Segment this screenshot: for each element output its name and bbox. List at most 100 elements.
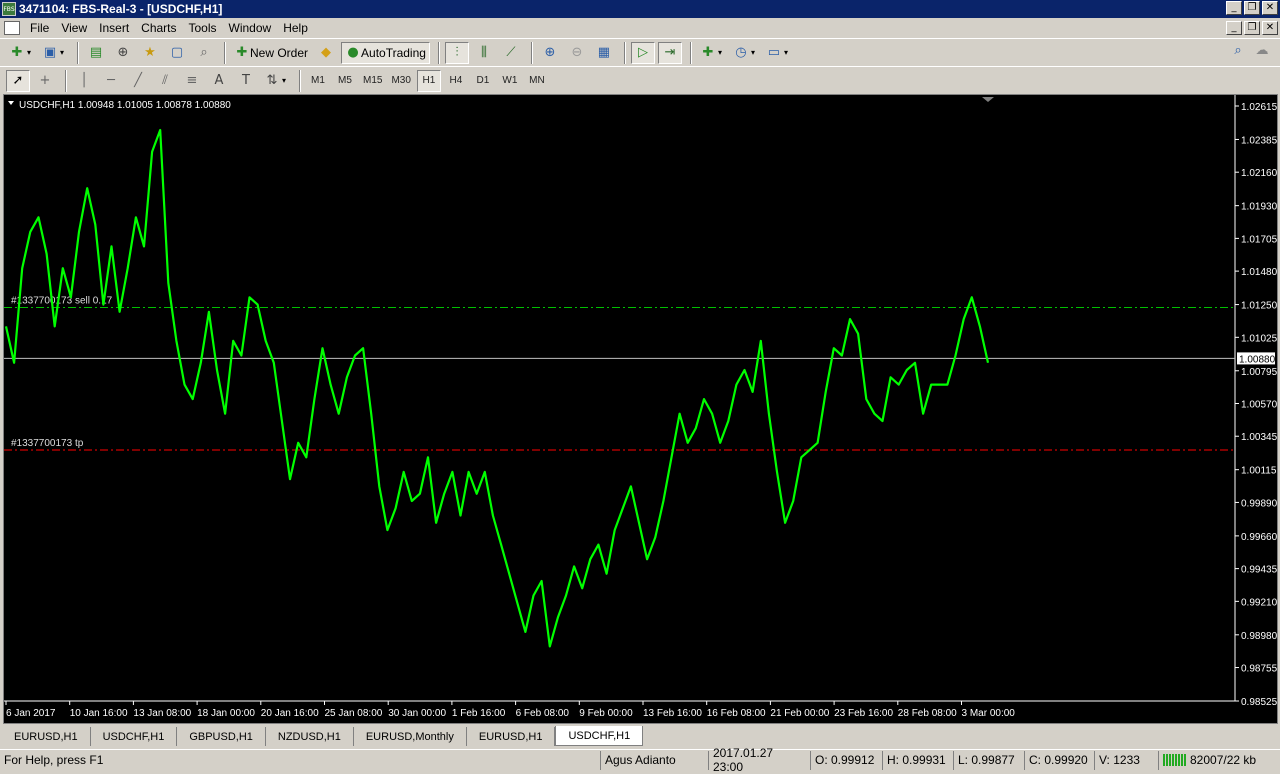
arrows-button[interactable]: ⇅ ▾ (261, 70, 291, 92)
child-close-button[interactable]: ✕ (1262, 21, 1278, 35)
data-window-button[interactable]: ⊕ (111, 42, 135, 64)
tab-eurusd-h1-2[interactable]: EURUSD,H1 (467, 727, 556, 746)
candlestick-icon: ⫼ (480, 44, 487, 60)
candlestick-button[interactable]: ⫼ (472, 42, 496, 64)
x-tick-label: 21 Feb 00:00 (770, 708, 829, 719)
timeframe-d1[interactable]: D1 (471, 70, 495, 92)
chart-window[interactable]: 1.02615 1.02385 1.02160 1.01930 1.01705 1.014… (3, 94, 1278, 724)
bar-open: O: 0.99912 (810, 750, 882, 770)
horizontal-line-icon: ─ (107, 72, 115, 88)
y-tick-label: 1.00795 (1241, 367, 1277, 378)
autotrading-button[interactable]: ● AutoTrading (341, 41, 430, 64)
menu-help[interactable]: Help (277, 21, 314, 35)
text-button[interactable]: A (207, 70, 231, 92)
indicators-button[interactable]: ✚ ▾ (697, 42, 727, 64)
horizontal-line-button[interactable]: ─ (99, 70, 123, 92)
tab-usdchf-h1-active[interactable]: USDCHF,H1 (555, 726, 644, 746)
tile-windows-icon: ▦ (597, 44, 611, 60)
y-tick-label: 1.01250 (1241, 301, 1277, 312)
dropdown-arrow-icon: ▾ (281, 75, 286, 85)
crosshair-button[interactable]: + (33, 70, 57, 92)
drawing-toolbar: ➚ + │ ─ ╱ ⫽ ≡ A T ⇅ ▾ M1 M5 M15 M30 H1 H4… (0, 66, 1280, 94)
chart-shift-icon: ⇥ (664, 44, 676, 60)
tab-nzdusd-h1[interactable]: NZDUSD,H1 (266, 727, 354, 746)
take-profit-label: #1337700173 tp (11, 438, 84, 449)
timeframe-w1[interactable]: W1 (498, 70, 522, 92)
x-tick-label: 13 Jan 08:00 (133, 708, 191, 719)
bar-high: H: 0.99931 (882, 750, 953, 770)
tab-gbpusd-h1[interactable]: GBPUSD,H1 (177, 727, 266, 746)
crosshair-icon: ⊕ (117, 44, 129, 60)
y-tick-label: 0.99660 (1241, 532, 1277, 543)
timeframe-m30[interactable]: M30 (388, 70, 413, 92)
menu-bar: File View Insert Charts Tools Window Hel… (0, 18, 1280, 38)
chart-shift-button[interactable]: ⇥ (657, 41, 682, 64)
window-title: 3471104: FBS-Real-3 - [USDCHF,H1] (19, 2, 223, 16)
chat-icon[interactable]: ☁ (1254, 43, 1270, 59)
zoom-in-button[interactable]: ⊕ (538, 42, 562, 64)
profiles-button[interactable]: ▣ ▾ (39, 42, 69, 64)
market-watch-button[interactable]: ▤ (84, 42, 108, 64)
search-icon[interactable]: ⌕ (1230, 43, 1246, 59)
child-minimize-button[interactable]: _ (1226, 21, 1242, 35)
templates-button[interactable]: ▭ ▾ (763, 42, 793, 64)
new-chart-icon: ✚ (11, 44, 23, 60)
document-icon[interactable] (4, 21, 20, 35)
menu-insert[interactable]: Insert (93, 21, 135, 35)
maximize-button[interactable]: ❐ (1244, 1, 1260, 15)
fibonacci-icon: ≡ (186, 72, 198, 88)
trendline-button[interactable]: ╱ (126, 70, 150, 92)
text-label-button[interactable]: T (234, 70, 258, 92)
timeframe-m15[interactable]: M15 (360, 70, 385, 92)
timeframe-h4[interactable]: H4 (444, 70, 468, 92)
timeframe-h1[interactable]: H1 (416, 69, 441, 92)
cursor-button[interactable]: ➚ (6, 69, 30, 92)
minimize-button[interactable]: _ (1226, 1, 1242, 15)
auto-scroll-button[interactable]: ▷ (630, 41, 655, 64)
tab-eurusd-h1[interactable]: EURUSD,H1 (2, 727, 91, 746)
child-restore-button[interactable]: ❐ (1244, 21, 1260, 35)
new-order-icon: ✚ (236, 44, 248, 60)
y-tick-label: 1.00570 (1241, 400, 1277, 411)
new-order-button[interactable]: ✚ New Order (231, 42, 311, 64)
separator (224, 41, 226, 64)
line-chart-button[interactable]: ⟋ (499, 42, 523, 64)
tile-windows-button[interactable]: ▦ (592, 42, 616, 64)
price-chart[interactable]: 1.02615 1.02385 1.02160 1.01930 1.01705 1.014… (4, 95, 1277, 723)
help-text: For Help, press F1 (4, 753, 104, 767)
navigator-icon: ★ (144, 44, 156, 60)
metaeditor-icon: ◆ (321, 44, 332, 60)
tab-eurusd-monthly[interactable]: EURUSD,Monthly (354, 727, 467, 746)
new-chart-button[interactable]: ✚ ▾ (6, 42, 36, 64)
menu-tools[interactable]: Tools (183, 21, 223, 35)
timeframe-m5[interactable]: M5 (333, 70, 357, 92)
timeframe-m1[interactable]: M1 (306, 70, 330, 92)
autotrading-icon: ● (347, 44, 359, 60)
periods-button[interactable]: ◷ ▾ (730, 42, 760, 64)
zoom-out-button[interactable]: ⊖ (565, 42, 589, 64)
bar-chart-button[interactable]: ⫶ (444, 41, 469, 64)
x-tick-label: 3 Mar 00:00 (962, 708, 1016, 719)
close-button[interactable]: ✕ (1262, 1, 1278, 15)
crosshair-icon: + (39, 72, 51, 88)
strategy-tester-button[interactable]: ⌕ (192, 42, 216, 64)
equidistant-channel-button[interactable]: ⫽ (153, 70, 177, 92)
standard-toolbar: ✚ ▾ ▣ ▾ ▤ ⊕ ★ ▢ ⌕ ✚ New Order ◆ ● AutoTradin… (0, 38, 1280, 66)
terminal-button[interactable]: ▢ (165, 42, 189, 64)
menu-view[interactable]: View (55, 21, 93, 35)
navigator-button[interactable]: ★ (138, 42, 162, 64)
trendline-icon: ╱ (134, 72, 142, 88)
zoom-in-icon: ⊕ (544, 44, 556, 60)
menu-file[interactable]: File (24, 21, 55, 35)
fibonacci-button[interactable]: ≡ (180, 70, 204, 92)
menu-charts[interactable]: Charts (135, 21, 182, 35)
menu-window[interactable]: Window (223, 21, 278, 35)
metaeditor-button[interactable]: ◆ (314, 42, 338, 64)
vertical-line-button[interactable]: │ (72, 70, 96, 92)
bar-chart-icon: ⫶ (455, 44, 459, 60)
auto-scroll-icon: ▷ (637, 44, 648, 60)
timeframe-mn[interactable]: MN (525, 70, 549, 92)
y-tick-label: 1.01480 (1241, 267, 1277, 278)
tab-usdchf-h1[interactable]: USDCHF,H1 (91, 727, 178, 746)
x-tick-label: 18 Jan 00:00 (197, 708, 255, 719)
